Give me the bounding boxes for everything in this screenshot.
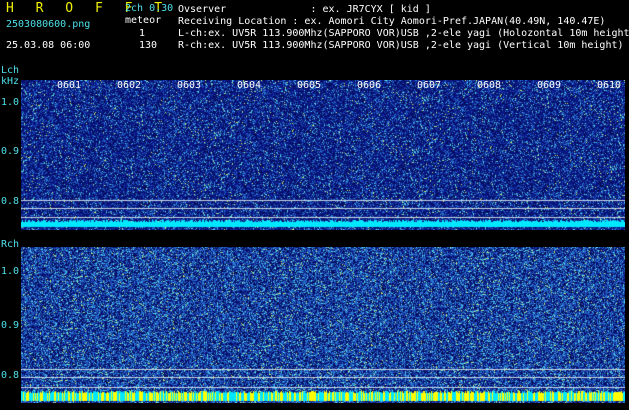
lch-spectrogram [21,80,625,230]
lch-unit: kHz [1,76,20,87]
time-label: 0603 [177,80,202,91]
lch-label: Lch [1,65,20,76]
rch-info: R-ch:ex. UV5R 113.900Mhz(SAPPORO VOR)USB… [178,40,624,51]
datetime-label: 25.03.08 06:00 [6,40,91,51]
rch-tick-0.9: 0.9 [1,320,20,331]
rch-tick-0.8: 0.8 [1,370,20,381]
time-label: 0610 [597,80,622,91]
meteor-lch-count: 1 [139,28,146,39]
filename-label: 2503080600.png [6,19,91,30]
rch-tick-1.0: 1.0 [1,266,20,277]
rch-spectrogram [21,247,625,403]
time-label: 0601 [57,80,82,91]
time-label: 0602 [117,80,142,91]
time-label: 0604 [237,80,262,91]
time-label: 0605 [297,80,322,91]
lch-info: L-ch:ex. UV5R 113.900Mhz(SAPPORO VOR)USB… [178,28,629,39]
lch-tick-1.0: 1.0 [1,97,20,108]
time-label: 0607 [417,80,442,91]
location-info: Receiving Location : ex. Aomori City Aom… [178,16,606,27]
time-label: 0606 [357,80,382,91]
rch-label: Rch [1,239,20,250]
lch-tick-0.9: 0.9 [1,146,20,157]
meteor-label: meteor [125,15,162,26]
observer-info: Ovserver : ex. JR7CYX [ kid ] [178,4,431,15]
time-label: 0608 [477,80,502,91]
version-label: 2ch 0.30 [125,3,174,14]
time-label: 0609 [537,80,562,91]
lch-tick-0.8: 0.8 [1,196,20,207]
meteor-rch-count: 130 [139,40,158,51]
